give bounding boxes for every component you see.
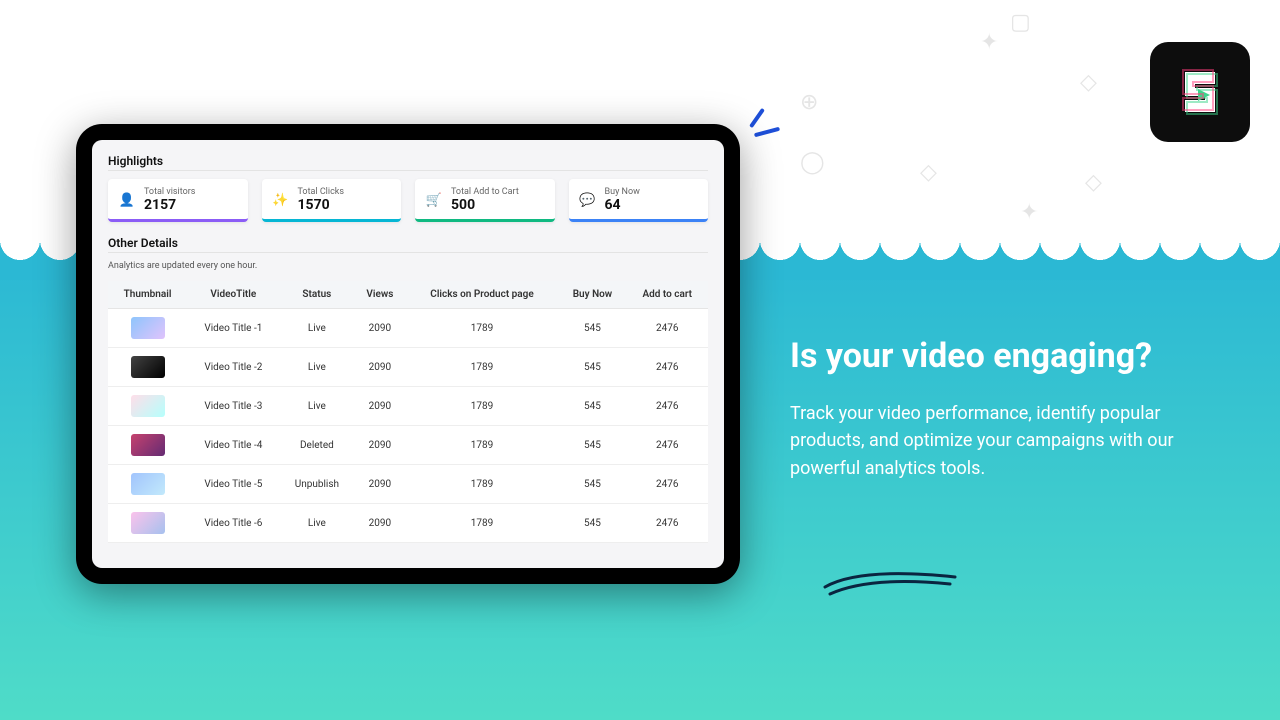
update-note: Analytics are updated every one hour.	[108, 261, 708, 271]
cell-status: Live	[280, 504, 354, 543]
visitors-icon: 👤	[118, 191, 136, 209]
stat-card-cart[interactable]: 🛒 Total Add to Cart500	[415, 179, 555, 222]
cell-status: Unpublish	[280, 465, 354, 504]
table-row[interactable]: Video Title -4 Deleted 2090 1789 545 247…	[108, 426, 708, 465]
highlights-title: Highlights	[108, 154, 708, 171]
table-row[interactable]: Video Title -3 Live 2090 1789 545 2476	[108, 387, 708, 426]
promo-text: Is your video engaging? Track your video…	[790, 335, 1230, 483]
cell-views: 2090	[354, 426, 406, 465]
stat-label: Buy Now	[605, 187, 640, 197]
cell-title: Video Title -5	[187, 465, 280, 504]
table-row[interactable]: Video Title -6 Live 2090 1789 545 2476	[108, 504, 708, 543]
cell-clicks: 1789	[406, 309, 559, 348]
cell-title: Video Title -6	[187, 504, 280, 543]
cart-icon: 🛒	[425, 191, 443, 209]
cell-buy: 545	[558, 387, 626, 426]
col-title[interactable]: VideoTitle	[187, 281, 280, 309]
cell-cart: 2476	[627, 504, 709, 543]
video-thumbnail	[131, 512, 165, 534]
cell-cart: 2476	[627, 465, 709, 504]
col-thumbnail[interactable]: Thumbnail	[108, 281, 187, 309]
cell-status: Deleted	[280, 426, 354, 465]
video-thumbnail	[131, 317, 165, 339]
cell-cart: 2476	[627, 387, 709, 426]
cell-title: Video Title -4	[187, 426, 280, 465]
col-buy[interactable]: Buy Now	[558, 281, 626, 309]
cell-clicks: 1789	[406, 426, 559, 465]
analytics-table: Thumbnail VideoTitle Status Views Clicks…	[108, 281, 708, 543]
cell-buy: 545	[558, 504, 626, 543]
cell-cart: 2476	[627, 348, 709, 387]
table-row[interactable]: Video Title -2 Live 2090 1789 545 2476	[108, 348, 708, 387]
dashboard-screen: Highlights 👤 Total visitors2157 ✨ Total Cl…	[92, 140, 724, 568]
stat-card-clicks[interactable]: ✨ Total Clicks1570	[262, 179, 402, 222]
table-row[interactable]: Video Title -1 Live 2090 1789 545 2476	[108, 309, 708, 348]
cell-views: 2090	[354, 465, 406, 504]
stat-card-buy[interactable]: 💬 Buy Now64	[569, 179, 709, 222]
cell-buy: 545	[558, 426, 626, 465]
cell-cart: 2476	[627, 309, 709, 348]
col-cart[interactable]: Add to cart	[627, 281, 709, 309]
stat-cards-row: 👤 Total visitors2157 ✨ Total Clicks1570 🛒 T…	[108, 179, 708, 222]
table-row[interactable]: Video Title -5 Unpublish 2090 1789 545 2…	[108, 465, 708, 504]
cell-buy: 545	[558, 465, 626, 504]
promo-heading: Is your video engaging?	[790, 335, 1230, 378]
other-details-title: Other Details	[108, 236, 708, 253]
video-thumbnail	[131, 434, 165, 456]
col-views[interactable]: Views	[354, 281, 406, 309]
cell-clicks: 1789	[406, 465, 559, 504]
buy-icon: 💬	[579, 191, 597, 209]
video-thumbnail	[131, 473, 165, 495]
stat-label: Total visitors	[144, 187, 195, 197]
stat-card-visitors[interactable]: 👤 Total visitors2157	[108, 179, 248, 222]
stat-value: 1570	[298, 197, 344, 213]
cell-title: Video Title -1	[187, 309, 280, 348]
cell-clicks: 1789	[406, 504, 559, 543]
sparkle-decoration	[740, 108, 780, 148]
cell-views: 2090	[354, 504, 406, 543]
cell-status: Live	[280, 348, 354, 387]
cell-clicks: 1789	[406, 387, 559, 426]
stat-value: 500	[451, 197, 519, 213]
cell-buy: 545	[558, 309, 626, 348]
clicks-icon: ✨	[272, 191, 290, 209]
cell-views: 2090	[354, 309, 406, 348]
cell-cart: 2476	[627, 426, 709, 465]
video-thumbnail	[131, 356, 165, 378]
stat-label: Total Add to Cart	[451, 187, 519, 197]
col-clicks[interactable]: Clicks on Product page	[406, 281, 559, 309]
cell-title: Video Title -2	[187, 348, 280, 387]
cell-status: Live	[280, 309, 354, 348]
swash-decoration	[820, 562, 960, 602]
cell-status: Live	[280, 387, 354, 426]
app-logo	[1150, 42, 1250, 142]
stat-label: Total Clicks	[298, 187, 344, 197]
cell-views: 2090	[354, 348, 406, 387]
cell-buy: 545	[558, 348, 626, 387]
col-status[interactable]: Status	[280, 281, 354, 309]
promo-body: Track your video performance, identify p…	[790, 400, 1230, 484]
stat-value: 2157	[144, 197, 195, 213]
cell-title: Video Title -3	[187, 387, 280, 426]
stat-value: 64	[605, 197, 640, 213]
cell-views: 2090	[354, 387, 406, 426]
video-thumbnail	[131, 395, 165, 417]
cell-clicks: 1789	[406, 348, 559, 387]
tablet-frame: Highlights 👤 Total visitors2157 ✨ Total Cl…	[76, 124, 740, 584]
